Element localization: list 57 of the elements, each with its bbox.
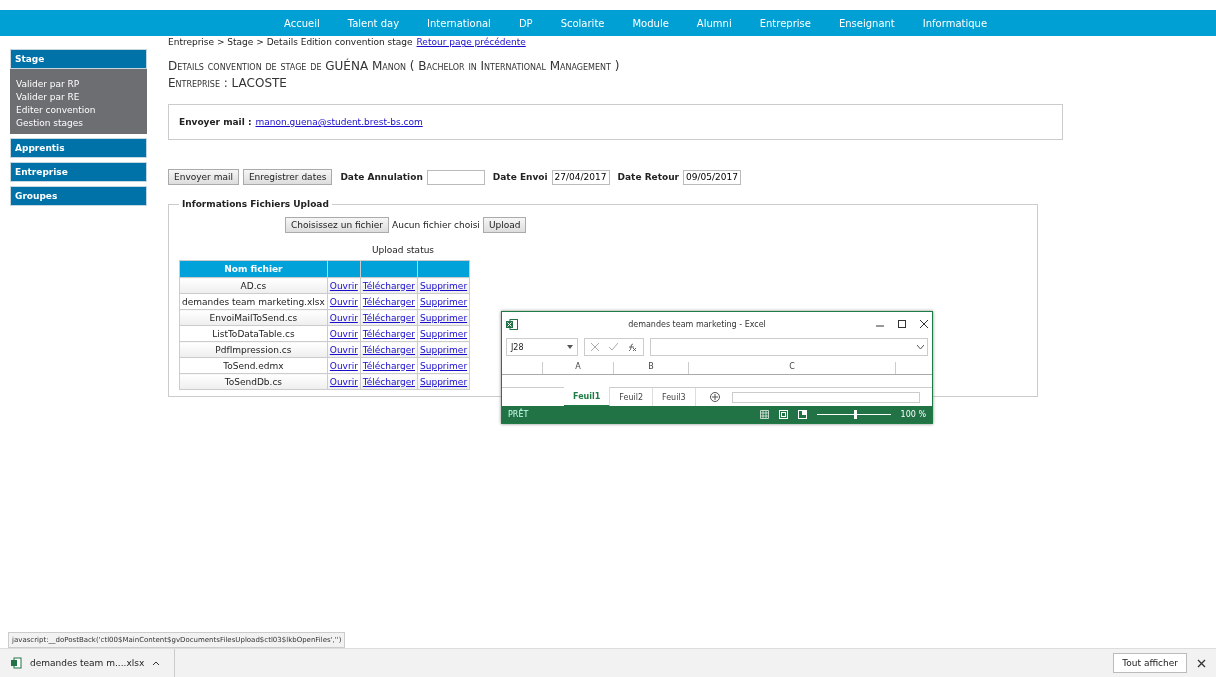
company-title: Entreprise : LACOSTE xyxy=(168,76,288,90)
breadcrumb: Entreprise > Stage > Details Edition convention stage xyxy=(168,37,413,47)
mail-label: Envoyer mail : xyxy=(179,117,252,127)
date-label: Date Retour xyxy=(617,172,680,182)
horizontal-scrollbar[interactable] xyxy=(731,391,920,403)
choose-file-button[interactable]: Choisissez un fichier xyxy=(285,217,389,233)
sidebar-item[interactable]: Valider par RE xyxy=(16,92,141,102)
column-header: C xyxy=(689,362,896,374)
sidebar-item[interactable]: Editer convention xyxy=(16,105,141,115)
sidebar-section[interactable]: Stage xyxy=(10,49,147,69)
action-button[interactable]: Enregistrer dates xyxy=(242,169,333,185)
function-icon[interactable] xyxy=(628,342,637,352)
date-field[interactable]: 27/04/2017 xyxy=(551,169,610,185)
page-title: Details convention de stage de GUÉNA Manon ( Bachelor in International Management ) xyxy=(168,59,621,73)
email-link[interactable]: manon.guena@student.brest-bs.com xyxy=(255,117,423,127)
sidebar-section[interactable]: Apprentis xyxy=(10,138,147,158)
upload-status: Upload status xyxy=(372,245,436,255)
show-all-button[interactable]: Tout afficher xyxy=(1113,653,1187,673)
sheet-tab[interactable]: Feuil1 xyxy=(564,387,611,407)
date-label: Date Envoi xyxy=(492,172,548,182)
date-label: Date Annulation xyxy=(340,172,423,182)
no-file-text: Aucun fichier choisi xyxy=(392,220,480,230)
spreadsheet-file-icon xyxy=(10,657,22,669)
checkmark-icon[interactable] xyxy=(609,343,618,351)
zoom-reading: 100 % xyxy=(900,410,926,419)
file-name-cell: ToSend.edmx xyxy=(179,357,328,374)
grid-view-icon[interactable] xyxy=(759,410,769,419)
ready-status: PRÊT xyxy=(508,410,529,419)
chevron-down-icon[interactable] xyxy=(917,345,924,349)
page-layout-icon[interactable] xyxy=(778,410,788,419)
sidebar-section[interactable]: Entreprise xyxy=(10,162,147,182)
column-header: Nom fichier xyxy=(179,260,328,278)
maximize-icon[interactable] xyxy=(898,320,906,328)
formula-field[interactable] xyxy=(650,338,928,356)
caret-icon xyxy=(567,345,573,349)
window-title: demandes team marketing - Excel xyxy=(627,319,767,329)
panel-legend: Informations Fichiers Upload xyxy=(179,199,332,209)
spreadsheet-app-icon xyxy=(506,318,518,330)
caret-icon[interactable] xyxy=(152,660,161,666)
sidebar-item[interactable]: Valider par RP xyxy=(16,79,141,89)
column-header: A xyxy=(543,362,614,374)
close-icon[interactable] xyxy=(920,320,928,328)
date-field[interactable] xyxy=(426,169,485,185)
file-name-cell: demandes team marketing.xlsx xyxy=(179,293,328,310)
upload-button[interactable]: Upload xyxy=(482,217,527,233)
add-sheet-icon[interactable] xyxy=(709,392,720,402)
name-box[interactable]: J28 xyxy=(506,338,578,356)
sidebar-section[interactable]: Groupes xyxy=(10,186,147,206)
file-name-cell: ListToDataTable.cs xyxy=(179,325,328,342)
date-field[interactable]: 09/05/2017 xyxy=(683,169,742,185)
column-header: B xyxy=(614,362,689,374)
action-button[interactable]: Envoyer mail xyxy=(168,169,239,185)
back-link[interactable]: Retour page précédente xyxy=(416,37,526,47)
close-icon[interactable] xyxy=(1197,658,1206,668)
page-break-icon[interactable] xyxy=(797,410,807,419)
sidebar-item[interactable]: Gestion stages xyxy=(16,118,141,128)
download-file-name[interactable]: demandes team m....xlsx xyxy=(30,658,145,668)
